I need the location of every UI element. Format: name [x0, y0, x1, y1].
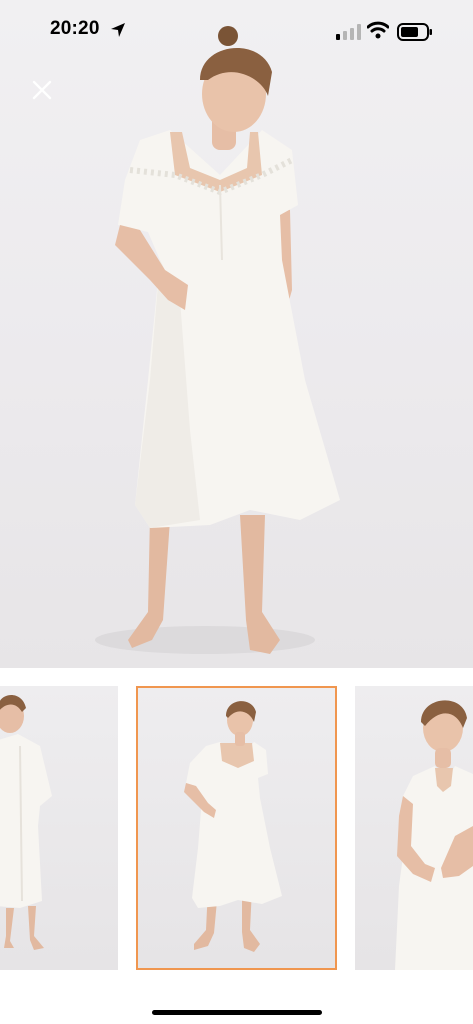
close-icon	[32, 80, 52, 100]
close-button[interactable]	[28, 76, 56, 104]
model-nightgown-photo	[95, 26, 340, 654]
thumbnail-1[interactable]	[0, 686, 118, 970]
cellular-signal-icon	[336, 24, 361, 40]
wifi-icon	[367, 21, 389, 39]
home-indicator[interactable]	[152, 1010, 322, 1015]
thumbnail-3[interactable]	[355, 686, 473, 970]
thumbnail-2[interactable]	[136, 686, 337, 970]
status-bar: 20:20	[0, 0, 473, 60]
thumbnail-image	[184, 701, 282, 952]
location-arrow-icon	[111, 23, 125, 37]
thumbnail-strip[interactable]	[0, 686, 473, 970]
product-main-image[interactable]	[0, 0, 473, 668]
thumbnail-image	[395, 700, 473, 970]
battery-icon	[397, 23, 432, 41]
status-time: 20:20	[50, 18, 100, 39]
thumbnail-image	[0, 695, 52, 950]
